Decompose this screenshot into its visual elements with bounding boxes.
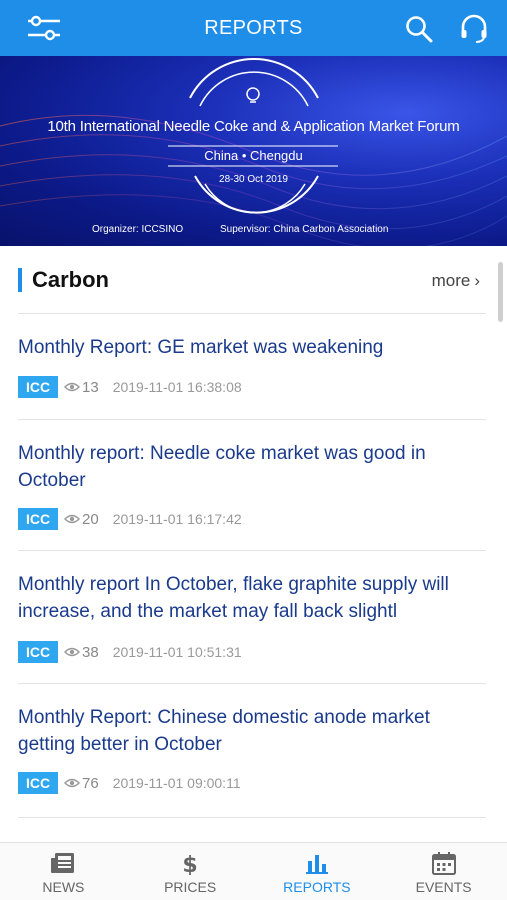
- eye-icon: [64, 382, 80, 392]
- top-bar: REPORTS: [0, 0, 507, 56]
- calendar-icon: [431, 852, 456, 875]
- eye-icon: [64, 778, 80, 788]
- newspaper-icon: [51, 853, 75, 873]
- source-tag: ICC: [18, 641, 58, 663]
- banner-supervisor: Supervisor: China Carbon Association: [220, 224, 389, 235]
- section-header: Carbon more ›: [18, 264, 486, 300]
- event-banner[interactable]: 10th International Needle Coke and & App…: [0, 56, 507, 246]
- source-tag: ICC: [18, 508, 58, 530]
- banner-location: China • Chengdu: [204, 148, 303, 163]
- article-title[interactable]: Monthly report In October, flake graphit…: [18, 571, 486, 625]
- article-datetime: 2019-11-01 16:17:42: [112, 511, 242, 527]
- more-link[interactable]: more ›: [432, 270, 480, 292]
- nav-item-prices[interactable]: $ PRICES: [127, 843, 254, 900]
- source-tag: ICC: [18, 772, 58, 794]
- more-label: more: [431, 271, 471, 290]
- article-datetime: 2019-11-01 16:38:08: [112, 379, 242, 395]
- eye-icon: [64, 514, 80, 524]
- view-count: 20: [82, 510, 99, 528]
- article-meta: ICC 76 2019-11-01 09:00:11: [18, 772, 241, 794]
- section-title: Carbon: [32, 267, 109, 292]
- list-item[interactable]: Monthly Report: GE market was weakening …: [18, 313, 486, 419]
- article-meta: ICC 38 2019-11-01 10:51:31: [18, 641, 242, 663]
- list-item[interactable]: Monthly report In October, flake graphit…: [18, 550, 486, 683]
- article-datetime: 2019-11-01 10:51:31: [112, 644, 242, 660]
- article-title[interactable]: Monthly report: Needle coke market was g…: [18, 440, 486, 494]
- nav-label-prices: PRICES: [164, 879, 217, 895]
- section-accent-bar: [18, 268, 22, 292]
- article-meta: ICC 20 2019-11-01 16:17:42: [18, 508, 242, 530]
- source-tag: ICC: [18, 376, 58, 398]
- bar-chart-icon: [305, 855, 328, 874]
- banner-dates: 28-30 Oct 2019: [219, 174, 288, 185]
- nav-label-events: EVENTS: [415, 879, 472, 895]
- banner-title: 10th International Needle Coke and & App…: [47, 118, 460, 135]
- banner-organizer: Organizer: ICCSINO: [92, 224, 184, 235]
- nav-item-events[interactable]: EVENTS: [380, 843, 507, 900]
- view-count: 13: [82, 378, 99, 396]
- eye-icon: [64, 647, 80, 657]
- article-title[interactable]: Monthly Report: GE market was weakening: [18, 334, 486, 361]
- article-datetime: 2019-11-01 09:00:11: [112, 775, 241, 791]
- scrollbar[interactable]: [498, 262, 503, 322]
- article-meta: ICC 13 2019-11-01 16:38:08: [18, 376, 242, 398]
- list-item[interactable]: Monthly report: Needle coke market was g…: [18, 419, 486, 550]
- nav-label-reports: REPORTS: [283, 879, 351, 895]
- bottom-nav: NEWS $ PRICES REPORTS EVENTS: [0, 842, 507, 900]
- nav-item-reports[interactable]: REPORTS: [254, 843, 381, 900]
- app-screen: REPORTS 10th International Needle Coke a…: [0, 0, 507, 900]
- headset-icon[interactable]: [458, 13, 490, 45]
- view-count: 76: [82, 774, 99, 792]
- search-icon[interactable]: [404, 14, 434, 44]
- chevron-right-icon: ›: [474, 271, 480, 290]
- dollar-icon: $: [182, 853, 197, 875]
- svg-text:$: $: [182, 853, 197, 875]
- view-count: 38: [82, 643, 99, 661]
- list-item[interactable]: Monthly Report: Chinese domestic anode m…: [18, 683, 486, 817]
- nav-item-news[interactable]: NEWS: [0, 843, 127, 900]
- article-title[interactable]: Monthly Report: Chinese domestic anode m…: [18, 704, 486, 758]
- nav-label-news: NEWS: [42, 879, 85, 895]
- list-divider: [18, 817, 486, 842]
